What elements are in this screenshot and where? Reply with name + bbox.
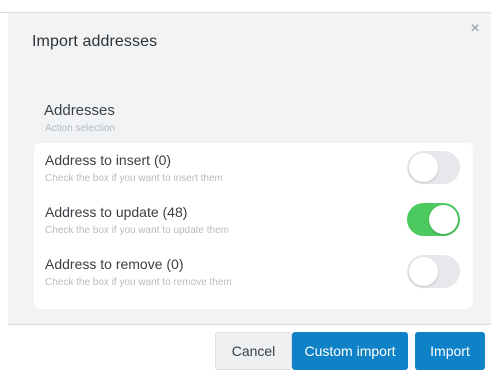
custom-import-button[interactable]: Custom import bbox=[292, 332, 408, 370]
action-row-label: Address to update (48) bbox=[45, 204, 188, 220]
action-row-remove: Address to remove (0) Check the box if y… bbox=[34, 247, 473, 299]
action-row-label: Address to insert (0) bbox=[45, 152, 172, 168]
action-row-insert: Address to insert (0) Check the box if y… bbox=[34, 143, 473, 195]
action-row-help: Check the box if you want to remove them bbox=[45, 277, 232, 288]
cancel-button[interactable]: Cancel bbox=[215, 332, 292, 370]
background-page-edge bbox=[0, 0, 491, 13]
toggle-knob bbox=[409, 257, 438, 286]
section-subtitle: Action selection bbox=[45, 123, 116, 134]
section-title: Addresses bbox=[44, 102, 115, 119]
toggle-knob bbox=[429, 205, 458, 234]
screen: × Import addresses Addresses Action sele… bbox=[0, 0, 491, 371]
insert-toggle[interactable] bbox=[407, 151, 460, 184]
dialog-title: Import addresses bbox=[32, 33, 158, 50]
import-addresses-dialog: × Import addresses Addresses Action sele… bbox=[8, 13, 491, 371]
action-row-help: Check the box if you want to insert them bbox=[45, 173, 223, 184]
action-row-label: Address to remove (0) bbox=[45, 256, 184, 272]
toggle-knob bbox=[409, 153, 438, 182]
action-row-update: Address to update (48) Check the box if … bbox=[34, 195, 473, 247]
import-button[interactable]: Import bbox=[415, 332, 485, 370]
actions-card: Address to insert (0) Check the box if y… bbox=[34, 143, 473, 309]
dialog-footer: Cancel Custom import Import bbox=[8, 325, 491, 371]
remove-toggle[interactable] bbox=[407, 255, 460, 288]
update-toggle[interactable] bbox=[407, 203, 460, 236]
close-icon[interactable]: × bbox=[467, 21, 483, 37]
action-row-help: Check the box if you want to update them bbox=[45, 225, 229, 236]
